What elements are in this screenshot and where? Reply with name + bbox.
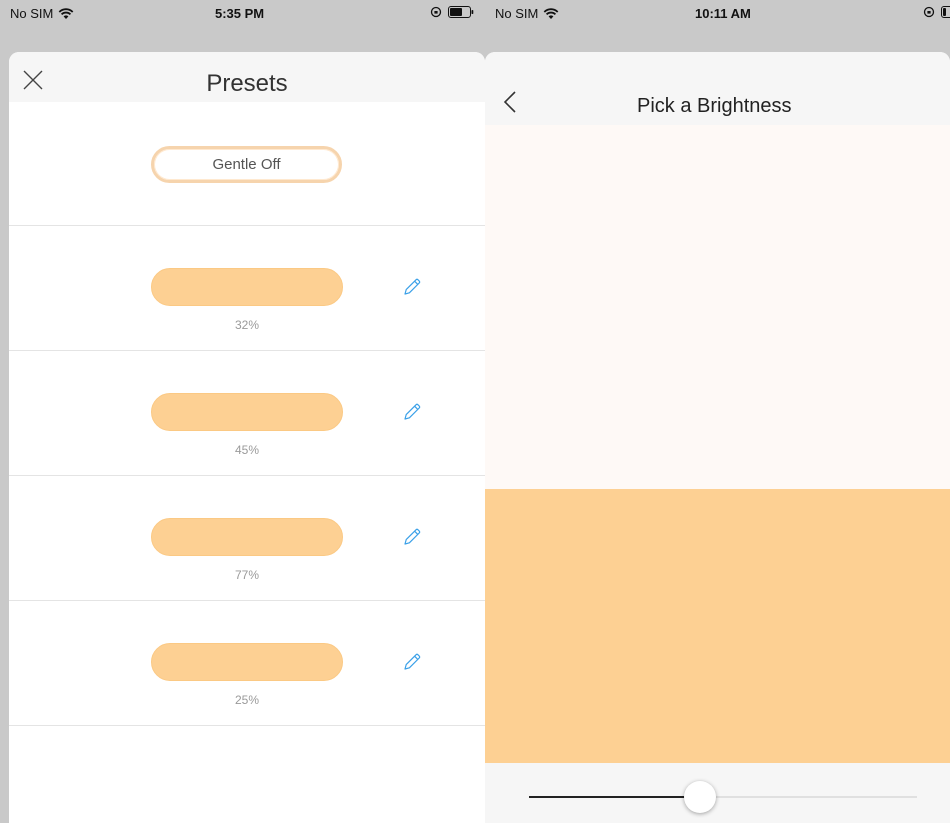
preset-percent: 25% <box>234 693 260 707</box>
status-time: 10:11 AM <box>695 6 751 21</box>
brightness-header: Pick a Brightness <box>485 52 950 125</box>
brightness-preview-bottom <box>485 489 950 763</box>
orientation-lock-icon <box>923 6 935 18</box>
brightness-sheet: Pick a Brightness <box>485 52 950 823</box>
presets-sheet: Presets Gentle Off 32% 45% 77% 25% <box>9 52 485 823</box>
chevron-left-icon[interactable] <box>503 90 517 114</box>
status-time: 5:35 PM <box>215 6 265 21</box>
preset-swatch[interactable] <box>151 643 343 681</box>
preset-percent: 45% <box>234 443 260 457</box>
presets-header: Presets <box>9 52 485 102</box>
status-carrier: No SIM <box>10 6 74 21</box>
preset-row: 25% <box>9 601 485 726</box>
status-right-icons <box>430 6 474 18</box>
brightness-preview-top <box>485 125 950 489</box>
status-right-icons <box>923 6 950 18</box>
preset-row: 77% <box>9 476 485 601</box>
carrier-label: No SIM <box>10 6 54 21</box>
gentle-off-row: Gentle Off <box>9 102 485 226</box>
preset-percent: 77% <box>234 568 260 582</box>
preset-row: 32% <box>9 226 485 351</box>
carrier-label: No SIM <box>495 6 539 21</box>
pencil-icon[interactable] <box>401 651 423 673</box>
brightness-slider-fill <box>529 796 700 798</box>
pencil-icon[interactable] <box>401 401 423 423</box>
brightness-slider-track[interactable] <box>529 781 917 813</box>
presets-screen: No SIM 5:35 PM Presets Gentle Off 32% 45… <box>0 0 485 823</box>
page-title: Presets <box>206 70 288 97</box>
status-bar: No SIM 5:35 PM <box>0 0 485 30</box>
pencil-icon[interactable] <box>401 526 423 548</box>
battery-icon <box>448 6 474 18</box>
status-carrier: No SIM <box>495 6 559 21</box>
preset-swatch[interactable] <box>151 393 343 431</box>
brightness-slider-area <box>485 763 950 823</box>
preset-percent: 32% <box>234 318 260 332</box>
brightness-screen: No SIM 10:11 AM Pick a Brightness <box>485 0 950 823</box>
pencil-icon[interactable] <box>401 276 423 298</box>
wifi-icon <box>544 7 559 19</box>
status-bar: No SIM 10:11 AM <box>485 0 950 30</box>
preset-swatch[interactable] <box>151 268 343 306</box>
battery-icon <box>941 6 950 18</box>
wifi-icon <box>59 7 74 19</box>
preset-row: 45% <box>9 351 485 476</box>
brightness-slider-thumb[interactable] <box>683 781 716 813</box>
page-title: Pick a Brightness <box>637 95 792 117</box>
preset-swatch[interactable] <box>151 518 343 556</box>
gentle-off-button[interactable]: Gentle Off <box>151 146 342 183</box>
orientation-lock-icon <box>430 6 442 18</box>
